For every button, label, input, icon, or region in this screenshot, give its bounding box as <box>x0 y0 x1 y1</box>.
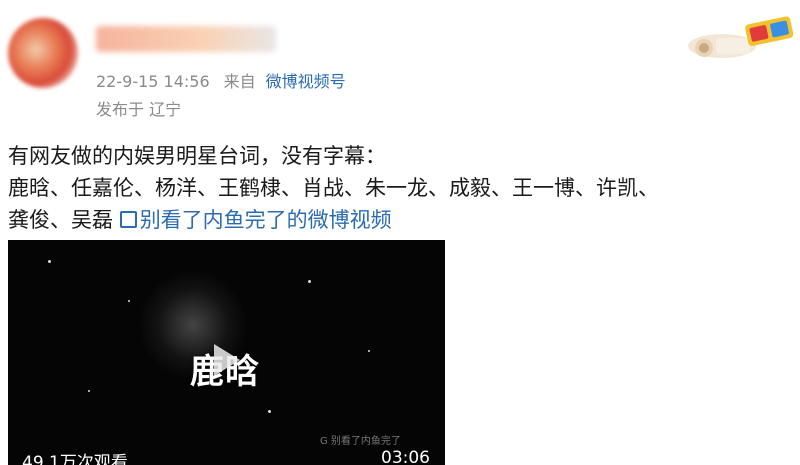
post-text-line: 龚俊、吴磊 别看了内鱼完了的微博视频 <box>8 204 798 236</box>
video-icon <box>119 211 137 228</box>
source-link[interactable]: 微博视频号 <box>266 72 346 91</box>
weibo-post: 22-9-15 14:56 来自 微博视频号 发布于 辽宁 有网友做的内娱男明星台词… <box>0 0 800 465</box>
video-particle <box>368 350 370 352</box>
avatar[interactable] <box>8 18 78 88</box>
video-player[interactable]: 鹿晗 G 别看了内鱼完了 49.1万次观看 03:06 <box>8 240 445 465</box>
video-particle <box>88 390 90 392</box>
post-text: 有网友做的内娱男明星台词，没有字幕： 鹿晗、任嘉伦、杨洋、王鹤棣、肖战、朱一龙、… <box>8 140 798 236</box>
video-watermark: G 别看了内鱼完了 <box>320 436 401 447</box>
video-particle <box>128 300 130 302</box>
video-particle <box>268 410 271 413</box>
video-link[interactable]: 别看了内鱼完了的微博视频 <box>119 208 392 232</box>
video-particle <box>308 280 311 283</box>
from-label: 来自 <box>223 72 256 91</box>
video-link-label: 别看了内鱼完了的微博视频 <box>139 208 392 232</box>
timestamp: 22-9-15 14:56 <box>96 72 210 91</box>
post-text-line: 有网友做的内娱男明星台词，没有字幕： <box>8 144 386 168</box>
username-blurred[interactable] <box>96 26 276 52</box>
post-meta: 22-9-15 14:56 来自 微博视频号 <box>96 68 346 92</box>
video-duration: 03:06 <box>381 448 430 465</box>
view-count: 49.1万次观看 <box>22 453 128 465</box>
post-text-line: 鹿晗、任嘉伦、杨洋、王鹤棣、肖战、朱一龙、成毅、王一博、许凯、 <box>8 176 659 200</box>
post-text-segment: 龚俊、吴磊 <box>8 208 120 232</box>
play-icon[interactable] <box>214 344 240 376</box>
fan-badge-icon <box>688 16 794 58</box>
video-particle <box>48 260 51 263</box>
location: 发布于 辽宁 <box>96 100 182 119</box>
